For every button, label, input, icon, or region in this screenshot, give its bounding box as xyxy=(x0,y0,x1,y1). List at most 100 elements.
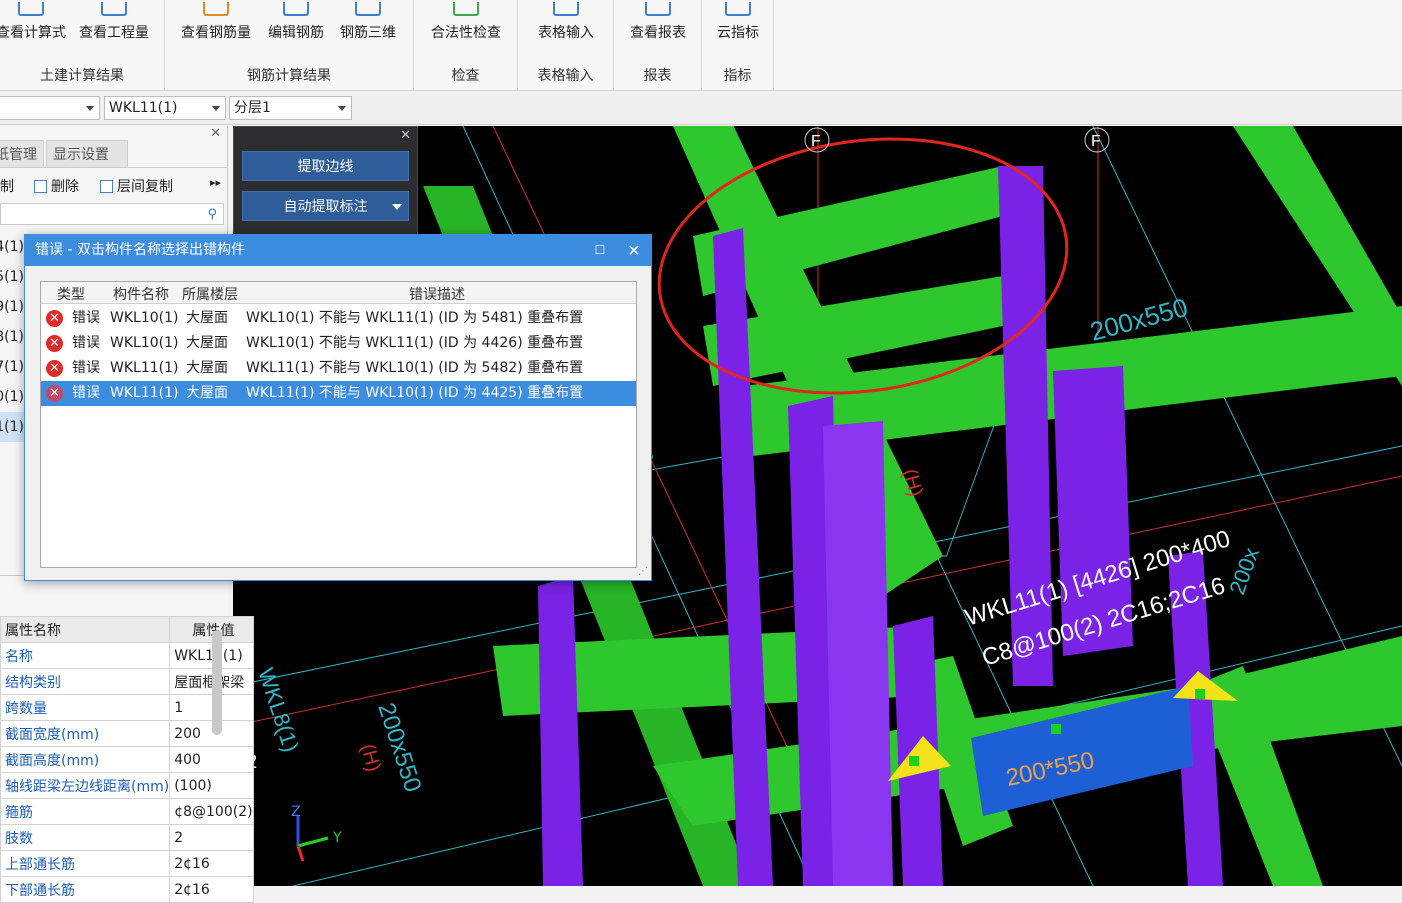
auto-extract-button[interactable]: 自动提取标注 xyxy=(242,191,409,221)
extract-palette: ✕ 提取边线 自动提取标注 xyxy=(233,126,418,236)
group-civil-results: 查看计算式 查看工程量 土建计算结果 xyxy=(0,0,165,90)
type-combo[interactable] xyxy=(0,96,100,120)
left-toolbar: 复制 删除 层间复制 ▸▸ xyxy=(0,172,228,198)
grip-point xyxy=(909,756,919,766)
grid-header: 类型 构件名称 所属楼层 错误描述 xyxy=(41,282,636,304)
table-icon xyxy=(553,2,579,16)
axis-f1-label: F xyxy=(811,133,821,150)
view-rebar-button[interactable]: 查看钢筋量 xyxy=(175,0,257,44)
floor-copy-button[interactable]: 层间复制 xyxy=(100,176,173,196)
group-title: 报表 xyxy=(643,68,672,84)
quantity-icon xyxy=(101,2,127,16)
column xyxy=(538,576,583,886)
axis-wkl8-label: WKL8(1) xyxy=(253,665,304,755)
validity-check-button[interactable]: 合法性检查 xyxy=(424,0,508,44)
group-index: 云指标 指标 xyxy=(702,0,774,90)
delete-button[interactable]: 删除 xyxy=(34,176,79,196)
dim-label-right: 200x xyxy=(1224,544,1264,597)
chevron-down-icon xyxy=(338,106,346,111)
col-name[interactable]: 构件名称 xyxy=(113,284,169,304)
auto-extract-label: 自动提取标注 xyxy=(283,199,368,215)
property-row[interactable]: 箍筋 ¢8@100(2) xyxy=(0,798,254,825)
tab-drawing-management[interactable]: 纸管理 xyxy=(0,140,44,168)
dialog-titlebar[interactable]: 错误 - 双击构件名称选择出错构件 ☐ ✕ xyxy=(25,235,651,266)
grip-point xyxy=(1051,724,1061,734)
edit-rebar-icon xyxy=(283,2,309,16)
view-formula-button[interactable]: 查看计算式 xyxy=(0,0,68,44)
col-floor[interactable]: 所属楼层 xyxy=(182,284,238,304)
error-dialog: 错误 - 双击构件名称选择出错构件 ☐ ✕ 类型 构件名称 所属楼层 错误描述 … xyxy=(24,234,652,581)
rebar-3d-button[interactable]: 钢筋三维 xyxy=(335,0,401,44)
report-icon xyxy=(645,2,671,16)
axis-z-label: Z xyxy=(291,804,301,820)
component-combo-value: WKL11(1) xyxy=(109,100,178,116)
group-title: 指标 xyxy=(723,68,752,84)
selector-bar: WKL11(1) 分层1 xyxy=(0,92,1402,125)
grip-point xyxy=(1195,689,1205,699)
left-tabs: 纸管理 显示设置 xyxy=(0,140,228,168)
property-row[interactable]: 上部通长筋 2¢16 xyxy=(0,850,254,877)
component-combo[interactable]: WKL11(1) xyxy=(104,96,226,120)
chevron-down-icon xyxy=(212,106,220,111)
property-row[interactable]: 截面高度(mm) 400 xyxy=(0,746,254,773)
close-icon[interactable]: ✕ xyxy=(617,235,651,266)
axis-gizmo: Z Y xyxy=(291,804,342,862)
group-check: 合法性检查 检查 xyxy=(414,0,518,90)
property-row[interactable]: 下部通长筋 2¢16 xyxy=(0,876,254,903)
check-icon xyxy=(453,2,479,16)
error-row[interactable]: ✕ 错误 WKL10(1) 大屋面 WKL10(1) 不能与 WKL11(1) … xyxy=(41,306,636,331)
list-item-selected[interactable]: WKL11(1) xyxy=(0,412,24,442)
ribbon-toolbar: 查看计算式 查看工程量 土建计算结果 查看钢筋量 编辑钢筋 钢筋三维 钢筋计算结… xyxy=(0,0,1402,91)
axis-f2-label: F xyxy=(1091,133,1101,150)
edit-rebar-button[interactable]: 编辑钢筋 xyxy=(263,0,329,44)
chevron-down-icon xyxy=(392,204,402,210)
table-input-button[interactable]: 表格输入 xyxy=(526,0,606,44)
cloud-index-button[interactable]: 云指标 xyxy=(708,0,768,44)
view-quantity-button[interactable]: 查看工程量 xyxy=(74,0,154,44)
view-report-button[interactable]: 查看报表 xyxy=(622,0,694,44)
property-row[interactable]: 肢数 2 xyxy=(0,824,254,851)
formula-icon xyxy=(18,2,44,16)
list-item[interactable]: WKL8(1) xyxy=(0,322,24,352)
col-desc[interactable]: 错误描述 xyxy=(409,284,465,304)
error-row[interactable]: ✕ 错误 WKL11(1) 大屋面 WKL11(1) 不能与 WKL10(1) … xyxy=(41,356,636,381)
resize-grip-icon[interactable]: ⋰ xyxy=(638,566,648,577)
error-row[interactable]: ✕ 错误 WKL10(1) 大屋面 WKL10(1) 不能与 WKL11(1) … xyxy=(41,331,636,356)
column xyxy=(823,421,893,886)
group-report: 查看报表 报表 xyxy=(614,0,702,90)
chevron-down-icon xyxy=(86,106,94,111)
dialog-title: 错误 - 双击构件名称选择出错构件 xyxy=(35,242,245,258)
error-grid: 类型 构件名称 所属楼层 错误描述 ✕ 错误 WKL10(1) 大屋面 WKL1… xyxy=(40,281,637,568)
list-item[interactable]: WKL9(1) xyxy=(0,292,24,322)
property-scrollbar[interactable] xyxy=(212,630,222,735)
glasses-icon xyxy=(203,2,229,16)
layer-combo[interactable]: 分层1 xyxy=(229,96,352,120)
axis-h-label-left: (H) xyxy=(356,742,384,775)
search-icon: ⚲ xyxy=(207,207,217,222)
cloud-icon xyxy=(725,2,751,16)
list-item[interactable]: WKL5(1) xyxy=(0,262,24,292)
property-name-header: 属性名称 xyxy=(0,616,171,643)
list-item[interactable]: WKL4(1) xyxy=(0,232,24,262)
axis-y-label: Y xyxy=(332,830,342,846)
more-icon[interactable]: ▸▸ xyxy=(210,176,221,189)
tab-display-settings[interactable]: 显示设置 xyxy=(46,140,128,168)
error-icon: ✕ xyxy=(46,310,63,327)
dim-label-left: 200x550 xyxy=(372,700,426,796)
group-title: 土建计算结果 xyxy=(40,68,124,84)
extract-edge-button[interactable]: 提取边线 xyxy=(242,151,409,181)
property-row[interactable]: 轴线距梁左边线距离(mm) (100) xyxy=(0,772,254,799)
close-icon[interactable]: ✕ xyxy=(210,126,221,141)
maximize-icon[interactable]: ☐ xyxy=(583,235,617,266)
delete-icon xyxy=(34,179,47,193)
group-title: 表格输入 xyxy=(537,68,594,84)
close-icon[interactable]: ✕ xyxy=(400,128,411,143)
list-item[interactable]: WKL10(1) xyxy=(0,382,24,412)
error-row-selected[interactable]: ✕ 错误 WKL11(1) 大屋面 WKL11(1) 不能与 WKL10(1) … xyxy=(41,381,636,406)
list-item[interactable]: WKL7(1) xyxy=(0,352,24,382)
component-list: WKL4(1) WKL5(1) WKL9(1) WKL8(1) WKL7(1) … xyxy=(0,232,24,442)
search-input[interactable]: ⚲ xyxy=(0,203,224,225)
copy-button[interactable]: 复制 xyxy=(0,176,14,196)
group-title: 钢筋计算结果 xyxy=(247,68,331,84)
col-type[interactable]: 类型 xyxy=(57,284,85,304)
